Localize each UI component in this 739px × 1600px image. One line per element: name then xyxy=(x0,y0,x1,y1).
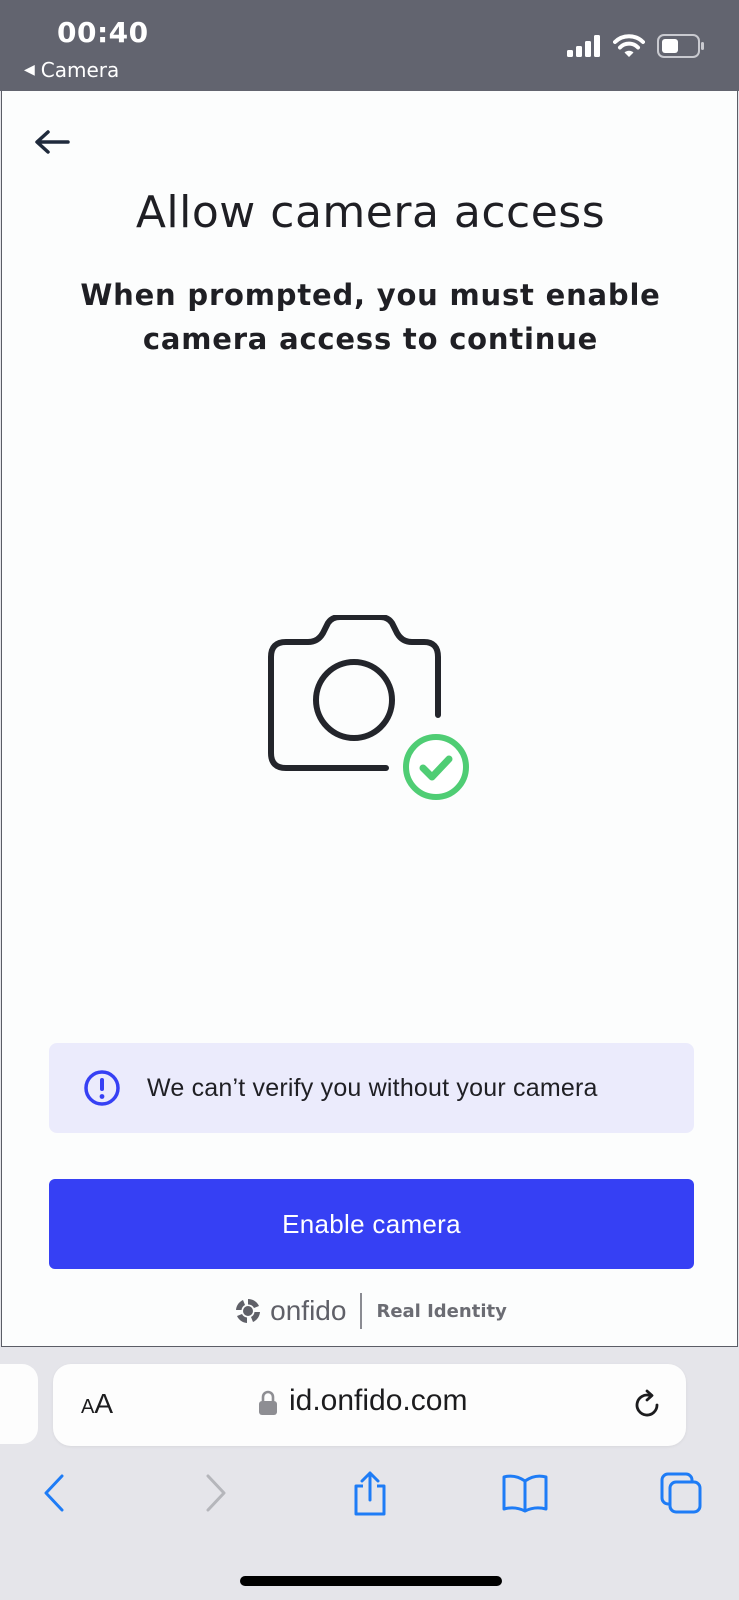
alert-icon xyxy=(84,1070,120,1106)
enable-camera-button[interactable]: Enable camera xyxy=(49,1179,694,1269)
browser-back-button[interactable] xyxy=(30,1468,80,1518)
signal-icon xyxy=(567,35,600,57)
status-bar: 00:40 ◀ Camera xyxy=(0,0,739,91)
bookmarks-button[interactable] xyxy=(500,1468,550,1518)
back-to-app-link[interactable]: ◀ Camera xyxy=(24,58,119,82)
powered-by-brand: onfido Real Identity xyxy=(2,1289,739,1333)
browser-forward-button[interactable] xyxy=(190,1468,240,1518)
reload-icon[interactable] xyxy=(630,1388,664,1422)
lock-icon xyxy=(259,1390,277,1415)
home-indicator[interactable] xyxy=(240,1576,502,1586)
status-icons xyxy=(567,34,705,58)
brand-tagline: Real Identity xyxy=(376,1300,507,1322)
brand-name: onfido xyxy=(270,1295,347,1326)
share-icon xyxy=(354,1471,386,1516)
address-bar[interactable]: AA id.onfido.com xyxy=(53,1364,686,1446)
camera-required-notice: We can’t verify you without your camera xyxy=(49,1043,694,1133)
battery-icon xyxy=(657,34,704,58)
book-icon xyxy=(502,1474,548,1513)
chevron-right-icon xyxy=(206,1474,226,1512)
text-size-small-label: A xyxy=(81,1396,95,1418)
wifi-icon xyxy=(613,34,645,57)
text-size-large-label: A xyxy=(94,1388,114,1419)
status-time: 00:40 xyxy=(57,16,149,49)
url-text[interactable]: id.onfido.com xyxy=(289,1384,467,1418)
chevron-left-icon xyxy=(44,1474,64,1512)
onfido-logo-icon xyxy=(236,1298,261,1323)
share-button[interactable] xyxy=(345,1468,395,1518)
page-title: Allow camera access xyxy=(135,187,606,238)
back-arrow-icon[interactable] xyxy=(32,127,72,157)
brand-divider xyxy=(360,1293,363,1329)
check-badge-icon xyxy=(403,734,469,800)
browser-toolbar xyxy=(0,1460,739,1530)
text-size-button[interactable]: AA xyxy=(81,1388,113,1420)
notice-text: We can’t verify you without your camera xyxy=(147,1073,598,1102)
tabs-button[interactable] xyxy=(656,1468,706,1518)
previous-tab-preview[interactable] xyxy=(0,1364,38,1444)
tabs-icon xyxy=(660,1472,702,1514)
web-page: Allow camera access When prompted, you m… xyxy=(1,91,738,1347)
back-app-label: Camera xyxy=(40,58,120,82)
back-triangle-icon: ◀ xyxy=(24,62,35,78)
camera-check-illustration xyxy=(268,615,469,800)
page-subtitle: When prompted, you must enable camera ac… xyxy=(80,278,661,356)
